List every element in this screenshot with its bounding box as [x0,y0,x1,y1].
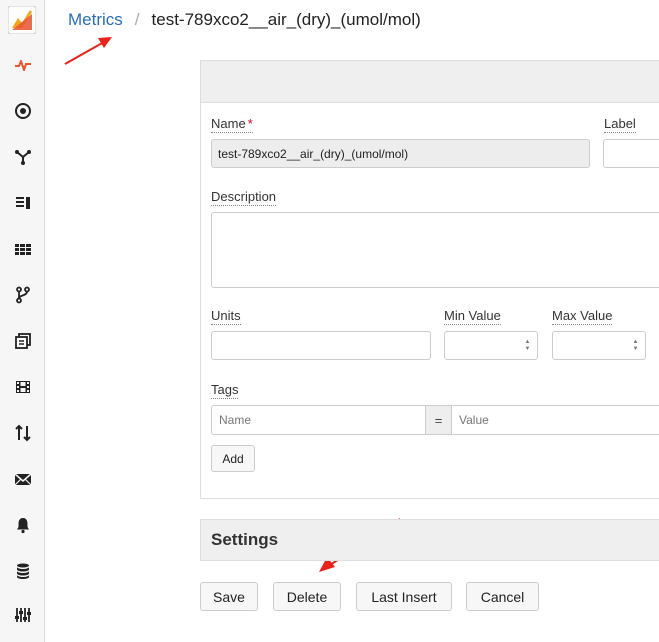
sidebar-item-bell[interactable] [0,510,45,540]
panel-header [201,61,659,103]
delete-button[interactable]: Delete [273,582,341,611]
sidebar-item-database[interactable] [0,556,45,586]
name-field[interactable]: test-789xco2__air_(dry)_(umol/mol) [211,139,590,168]
sidebar-item-dashboard[interactable] [0,188,45,218]
film-icon [15,381,30,393]
sidebar-item-target[interactable] [0,96,45,126]
sidebar-item-graph[interactable] [0,142,45,172]
branch-icon [15,286,30,304]
tags-label: Tags [211,382,239,399]
add-tag-button[interactable]: Add [211,445,255,472]
sidebar-item-film[interactable] [0,372,45,402]
tag-name-input[interactable]: Name [212,406,425,434]
min-value-field[interactable]: ▲ ▼ [444,331,538,360]
min-value-label: Min Value [444,308,501,325]
activity-icon [14,60,31,71]
required-marker: * [247,116,253,131]
breadcrumb: Metrics / test-789xco2__air_(dry)_(umol/… [68,8,421,32]
max-value-label: Max Value [552,308,613,325]
sidebar [0,0,45,642]
name-label: Name * [211,116,253,133]
stepper-down-icon[interactable]: ▼ [525,346,531,352]
tag-equals-sign: = [425,406,452,434]
last-insert-button[interactable]: Last Insert [356,582,452,611]
target-icon [14,103,31,119]
sidebar-item-mail[interactable] [0,464,45,494]
sidebar-item-transfer[interactable] [0,418,45,448]
settings-section-header[interactable]: Settings [200,519,659,561]
annotation-arrow-icon [64,37,112,65]
app-logo-icon[interactable] [7,5,37,35]
cancel-button[interactable]: Cancel [466,582,539,611]
description-field[interactable] [211,212,659,288]
label-label: Label [604,116,636,133]
transfer-icon [14,424,31,442]
min-value-stepper[interactable]: ▲ ▼ [524,339,531,352]
tag-value-input[interactable]: Value [452,406,659,434]
stepper-up-icon[interactable]: ▲ [633,339,639,345]
breadcrumb-metrics-link[interactable]: Metrics [68,10,123,30]
graph-icon [14,150,31,165]
copy-icon [14,333,31,349]
page-title: test-789xco2__air_(dry)_(umol/mol) [151,10,421,29]
sidebar-item-sliders[interactable] [0,600,45,630]
max-value-field[interactable]: ▲ ▼ [552,331,646,360]
name-label-text: Name [211,116,246,131]
sidebar-item-activity[interactable] [0,50,45,80]
max-value-stepper[interactable]: ▲ ▼ [632,339,639,352]
grid-icon [14,244,31,255]
label-field[interactable] [603,139,659,168]
units-field[interactable] [211,331,431,360]
description-label: Description [211,189,277,206]
save-button[interactable]: Save [200,582,258,611]
mail-icon [14,473,31,486]
dashboard-icon [15,197,30,209]
database-icon [16,563,29,579]
bell-icon [16,518,29,534]
sidebar-item-grid[interactable] [0,234,45,264]
stepper-up-icon[interactable]: ▲ [525,339,531,345]
sliders-icon [14,608,31,622]
sidebar-item-branch[interactable] [0,280,45,310]
units-label: Units [211,308,241,325]
metric-form-panel: Name * test-789xco2__air_(dry)_(umol/mol)… [200,60,659,499]
stepper-down-icon[interactable]: ▼ [633,346,639,352]
breadcrumb-separator: / [134,10,140,29]
sidebar-item-copy[interactable] [0,326,45,356]
tag-input-row: Name = Value [211,405,659,435]
